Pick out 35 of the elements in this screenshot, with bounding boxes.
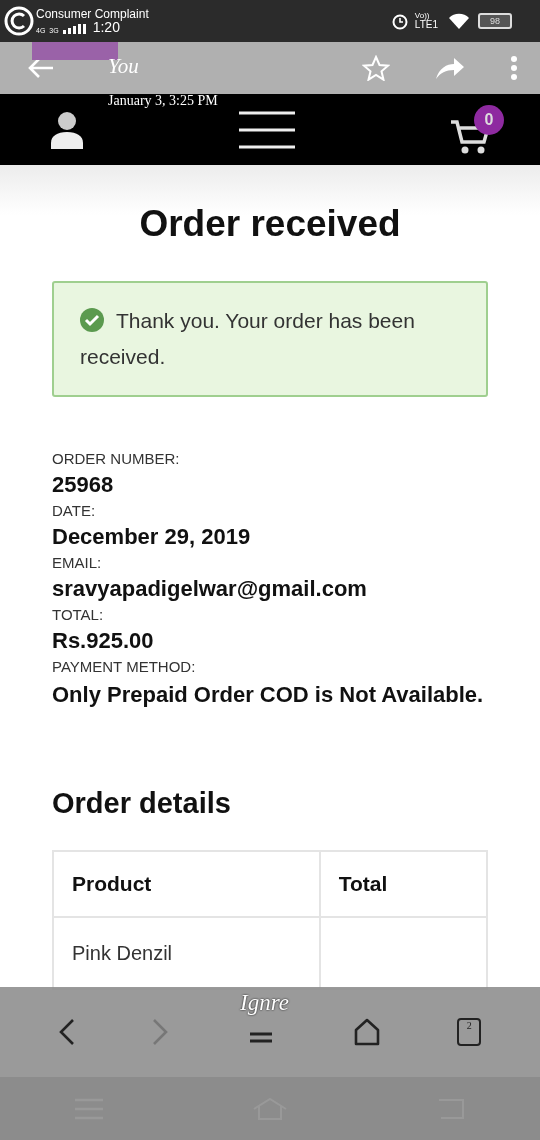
detail-value: Only Prepaid Order COD is Not Available. [52,681,485,709]
detail-label: EMAIL: [52,553,103,573]
signal-icon [62,24,89,34]
success-notice: Thank you. Your order has been received. [52,281,488,397]
battery-indicator: 98 [478,13,512,29]
back-arrow-icon[interactable] [28,57,54,79]
volte-label: Vo)) [414,12,430,20]
detail-value: 25968 [52,471,115,499]
check-circle-icon [80,308,104,332]
star-icon[interactable] [362,55,390,81]
story-timestamp: January 3, 3:25 PM [108,93,218,109]
wifi-icon [448,13,470,29]
section-title: Order details [52,787,232,820]
alarm-icon [390,12,409,30]
copyright-icon [4,6,34,36]
story-author: You [108,54,140,79]
detail-label: DATE: [52,501,97,521]
app-label: Consumer Complaint [36,8,149,20]
tabs-button[interactable]: 2 [457,1018,482,1046]
user-icon[interactable] [50,110,84,149]
lte-label: LTE1 [414,20,438,30]
table-header-cell: Product [53,851,320,917]
detail-value: Rs.925.00 [52,627,155,655]
cart-count-badge: 0 [474,104,504,135]
back-icon[interactable] [58,1018,75,1046]
detail-value: sravyapadigelwar@gmail.com [52,575,368,603]
detail-value: December 29, 2019 [52,523,252,551]
detail-label: PAYMENT METHOD: [52,657,197,677]
sticker-text: Ignre [240,991,289,1014]
table-header-cell: Total [319,851,487,917]
page-title: Order received [138,203,402,245]
home-icon[interactable] [353,1018,380,1046]
detail-label: ORDER NUMBER: [52,449,181,469]
clock-time: 1:20 [92,20,120,34]
detail-label: TOTAL: [52,605,105,625]
